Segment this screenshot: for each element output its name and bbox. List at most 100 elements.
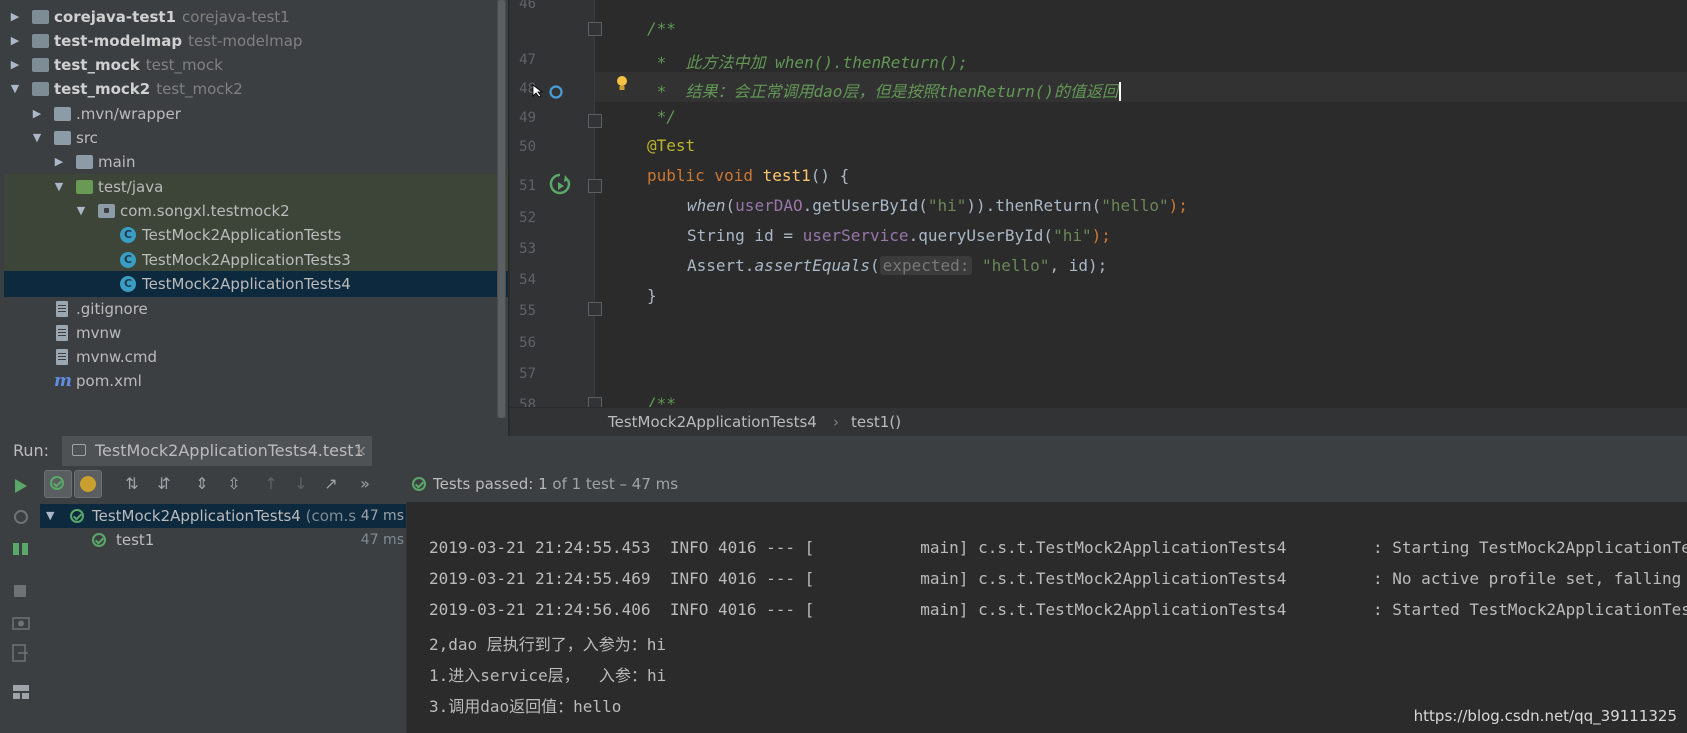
fold-icon[interactable]: [588, 302, 602, 316]
tree-item-label: test/java: [98, 178, 164, 196]
scrollbar-thumb[interactable]: [498, 0, 505, 418]
collapsed-arrow-icon[interactable]: ▶: [8, 52, 22, 78]
tree-item-mvnw-cmd[interactable]: mvnw.cmd: [4, 344, 508, 370]
run-tab[interactable]: TestMock2ApplicationTests4.test1 ×: [62, 436, 372, 466]
tree-item-gitignore[interactable]: .gitignore: [4, 296, 508, 322]
tree-item-label: corejava-test1: [54, 8, 177, 26]
code-token: "hello": [1101, 196, 1169, 215]
tree-item-class-selected[interactable]: TestMock2ApplicationTests4: [4, 271, 508, 297]
status-label: Tests passed:: [433, 475, 534, 493]
test-case-row[interactable]: test1 47 ms: [40, 528, 406, 552]
tree-item-label: pom.xml: [76, 372, 142, 390]
next-failed-icon[interactable]: ↓: [291, 474, 311, 494]
more-actions-icon[interactable]: »: [355, 474, 375, 494]
code-editor[interactable]: 46 47 48 49 50 51 52 53 54 55 56 57 58 /…: [510, 0, 1687, 407]
tree-item-label: mvnw: [76, 324, 122, 342]
camera-icon[interactable]: [12, 614, 30, 630]
lightbulb-icon[interactable]: [614, 74, 630, 94]
collapsed-arrow-icon[interactable]: ▶: [30, 101, 44, 127]
breadcrumb-method[interactable]: test1(): [851, 408, 901, 437]
run-test-icon[interactable]: [548, 172, 572, 196]
expanded-arrow-icon[interactable]: ▼: [46, 504, 54, 528]
tree-item-mvnw[interactable]: mvnw: [4, 320, 508, 346]
show-ignored-button[interactable]: [74, 470, 102, 498]
tree-item-sublabel: test_mock2: [156, 80, 243, 98]
rerun-icon[interactable]: [14, 478, 28, 494]
exit-icon[interactable]: [12, 644, 30, 662]
project-tree[interactable]: ▶ corejava-test1 corejava-test1 ▶ test-mo…: [0, 0, 508, 436]
tree-item-label: mvnw.cmd: [76, 348, 158, 366]
console-output[interactable]: 2019-03-21 21:24:55.453 INFO 4016 --- [ …: [407, 502, 1687, 733]
fold-icon[interactable]: [588, 397, 602, 407]
run-tab-label: TestMock2ApplicationTests4.test1: [95, 441, 364, 460]
tree-item-sublabel: test_mock: [145, 56, 223, 74]
tree-item-class[interactable]: TestMock2ApplicationTests: [4, 222, 508, 248]
close-tab-icon[interactable]: ×: [354, 436, 367, 466]
code-token: userService: [802, 226, 909, 245]
tree-item-label: TestMock2ApplicationTests: [142, 226, 342, 244]
code-line: * 此方法中加 when().thenReturn();: [647, 53, 968, 72]
tree-item-mvn-wrapper[interactable]: ▶ .mvn/wrapper: [4, 101, 508, 127]
tree-item-main[interactable]: ▶ main: [4, 149, 508, 175]
console-line: 3.调用dao返回值：hello: [429, 697, 622, 716]
fold-icon[interactable]: [588, 22, 602, 36]
sort-alphabetically-icon[interactable]: ⇅: [122, 474, 142, 494]
rerun-failed-icon[interactable]: [12, 508, 30, 526]
module-folder-icon: [32, 58, 49, 72]
passed-check-icon: [70, 509, 84, 523]
line-number: 49: [519, 110, 536, 126]
export-results-icon[interactable]: ↗: [321, 474, 341, 494]
code-token: Assert.: [687, 256, 755, 275]
stop-icon[interactable]: [13, 584, 27, 598]
status-detail: of 1 test – 47 ms: [552, 475, 679, 493]
tree-item-test-mock2[interactable]: ▼ test_mock2 test_mock2: [4, 76, 508, 102]
expand-all-icon[interactable]: ⇕: [192, 474, 212, 494]
tree-item-test-modelmap[interactable]: ▶ test-modelmap test-modelmap: [4, 28, 508, 54]
tree-scrollbar[interactable]: [497, 0, 506, 418]
breadcrumb-class[interactable]: TestMock2ApplicationTests4: [608, 408, 817, 437]
collapsed-arrow-icon[interactable]: ▶: [8, 28, 22, 54]
package-icon: [98, 204, 115, 218]
tree-item-corejava-test1[interactable]: ▶ corejava-test1 corejava-test1: [4, 4, 508, 30]
class-icon: [120, 252, 136, 268]
expanded-arrow-icon[interactable]: ▼: [74, 198, 88, 224]
expanded-arrow-icon[interactable]: ▼: [52, 174, 66, 200]
test-duration: 47 ms: [356, 504, 404, 528]
status-count: 1: [538, 475, 548, 493]
collapse-all-icon[interactable]: ⇳: [224, 474, 244, 494]
code-token: .getUserById(: [802, 196, 928, 215]
layout-icon[interactable]: [12, 684, 30, 700]
fold-guide: [594, 0, 595, 407]
code-line: * 结果：会正常调用dao层，但是按照thenReturn()的值返回: [647, 78, 1131, 102]
tree-item-test-java[interactable]: ▼ test/java: [4, 174, 508, 200]
tree-item-package[interactable]: ▼ com.songxl.testmock2: [4, 198, 508, 224]
folder-icon: [54, 107, 71, 121]
sort-by-duration-icon[interactable]: ⇵: [154, 474, 174, 494]
tree-item-pom-xml[interactable]: m pom.xml: [4, 368, 508, 394]
code-line: /**: [647, 394, 676, 407]
tree-item-label: main: [98, 153, 136, 171]
previous-failed-icon[interactable]: ↑: [261, 474, 281, 494]
passed-check-icon: [92, 533, 106, 547]
test-suite-row[interactable]: ▼ TestMock2ApplicationTests4 (com.sc 47 …: [40, 504, 406, 528]
expanded-arrow-icon[interactable]: ▼: [30, 125, 44, 151]
run-left-toolbar: [0, 466, 41, 733]
code-token: );: [1168, 196, 1188, 215]
watermark: https://blog.csdn.net/qq_39111325: [1413, 707, 1677, 725]
test-results-tree[interactable]: ▼ TestMock2ApplicationTests4 (com.sc 47 …: [40, 502, 407, 733]
fold-icon[interactable]: [588, 114, 602, 128]
tree-item-src[interactable]: ▼ src: [4, 125, 508, 151]
breadcrumb-separator: ›: [833, 413, 839, 431]
tree-item-class[interactable]: TestMock2ApplicationTests3: [4, 247, 508, 273]
fold-icon[interactable]: [588, 179, 602, 193]
run-label: Run:: [13, 441, 50, 460]
collapsed-arrow-icon[interactable]: ▶: [8, 4, 22, 30]
show-passed-button[interactable]: [44, 470, 72, 498]
expanded-arrow-icon[interactable]: ▼: [8, 76, 22, 102]
collapsed-arrow-icon[interactable]: ▶: [52, 149, 66, 175]
toggle-autotest-icon[interactable]: [12, 540, 30, 558]
override-marker-icon[interactable]: [548, 84, 564, 100]
line-number: 56: [519, 335, 536, 351]
code-token: public void: [647, 166, 763, 185]
tree-item-test-mock[interactable]: ▶ test_mock test_mock: [4, 52, 508, 78]
